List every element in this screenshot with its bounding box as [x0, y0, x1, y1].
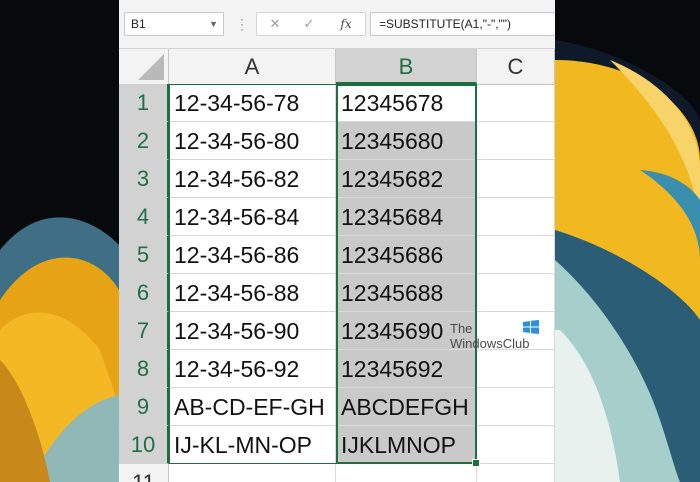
table-row: 10 IJ-KL-MN-OP IJKLMNOP — [119, 426, 555, 464]
table-row: 4 12-34-56-84 12345684 — [119, 198, 555, 236]
row-header[interactable]: 6 — [119, 274, 169, 312]
cell-b[interactable]: 12345680 — [336, 122, 477, 160]
select-all-button[interactable] — [119, 49, 169, 84]
formula-bar: B1 ▼ ⋮ ✕ ✓ fx =SUBSTITUTE(A1,"-","") — [119, 0, 555, 49]
table-row: 6 12-34-56-88 12345688 — [119, 274, 555, 312]
cell-a[interactable]: 12-34-56-92 — [169, 350, 336, 388]
cell-c[interactable] — [477, 198, 555, 236]
name-box-value: B1 — [131, 17, 146, 31]
row-header[interactable]: 2 — [119, 122, 169, 160]
watermark: The WindowsClub — [450, 318, 545, 358]
row-header[interactable]: 4 — [119, 198, 169, 236]
table-row: 3 12-34-56-82 12345682 — [119, 160, 555, 198]
column-header-row: A B C — [119, 49, 555, 85]
cell-a[interactable]: 12-34-56-86 — [169, 236, 336, 274]
table-row: 9 AB-CD-EF-GH ABCDEFGH — [119, 388, 555, 426]
cell-a[interactable]: 12-34-56-78 — [169, 84, 336, 122]
cell-b[interactable]: 12345682 — [336, 160, 477, 198]
cell-c[interactable] — [477, 160, 555, 198]
row-header[interactable]: 11 — [119, 464, 169, 482]
table-row: 5 12-34-56-86 12345686 — [119, 236, 555, 274]
table-row: 11 — [119, 464, 555, 482]
cell-a[interactable]: 12-34-56-80 — [169, 122, 336, 160]
cell-b[interactable]: 12345688 — [336, 274, 477, 312]
fill-handle[interactable] — [472, 459, 480, 467]
cell-c[interactable] — [477, 122, 555, 160]
table-row: 2 12-34-56-80 12345680 — [119, 122, 555, 160]
row-header[interactable]: 3 — [119, 160, 169, 198]
watermark-line2: WindowsClub — [450, 336, 530, 351]
column-header-b[interactable]: B — [336, 49, 477, 84]
cell-b[interactable]: 12345684 — [336, 198, 477, 236]
cell-c[interactable] — [477, 236, 555, 274]
column-header-a[interactable]: A — [169, 49, 336, 84]
table-row: 1 12-34-56-78 12345678 — [119, 84, 555, 122]
excel-window: B1 ▼ ⋮ ✕ ✓ fx =SUBSTITUTE(A1,"-","") A B… — [119, 0, 555, 482]
cell-b[interactable]: 12345678 — [336, 84, 477, 122]
cell-b[interactable]: 12345686 — [336, 236, 477, 274]
cell-a[interactable]: 12-34-56-88 — [169, 274, 336, 312]
column-header-c[interactable]: C — [477, 49, 555, 84]
row-header[interactable]: 1 — [119, 84, 169, 122]
insert-function-icon[interactable]: fx — [331, 13, 361, 35]
cancel-x-icon[interactable]: ✕ — [260, 13, 290, 35]
cell-a[interactable] — [169, 464, 336, 482]
formula-input[interactable]: =SUBSTITUTE(A1,"-","") — [370, 12, 555, 36]
cell-b[interactable]: ABCDEFGH — [336, 388, 477, 426]
more-options-icon[interactable]: ⋮ — [235, 14, 249, 34]
cell-c[interactable] — [477, 464, 555, 482]
row-header[interactable]: 5 — [119, 236, 169, 274]
cell-b[interactable] — [336, 464, 477, 482]
cell-a[interactable]: 12-34-56-84 — [169, 198, 336, 236]
cell-a[interactable]: 12-34-56-82 — [169, 160, 336, 198]
cell-c[interactable] — [477, 84, 555, 122]
windows-logo-icon — [523, 320, 539, 334]
cell-a[interactable]: 12-34-56-90 — [169, 312, 336, 350]
cell-a[interactable]: AB-CD-EF-GH — [169, 388, 336, 426]
enter-check-icon[interactable]: ✓ — [294, 13, 324, 35]
row-header[interactable]: 8 — [119, 350, 169, 388]
row-header[interactable]: 9 — [119, 388, 169, 426]
formula-buttons: ✕ ✓ fx — [256, 12, 366, 36]
chevron-down-icon[interactable]: ▼ — [209, 13, 218, 35]
select-all-icon — [138, 54, 164, 80]
cell-b[interactable]: IJKLMNOP — [336, 426, 477, 464]
cell-a[interactable]: IJ-KL-MN-OP — [169, 426, 336, 464]
watermark-line1: The — [450, 321, 473, 336]
cell-c[interactable] — [477, 388, 555, 426]
row-header[interactable]: 10 — [119, 426, 169, 464]
name-box[interactable]: B1 ▼ — [124, 12, 224, 36]
cell-c[interactable] — [477, 426, 555, 464]
row-header[interactable]: 7 — [119, 312, 169, 350]
cell-c[interactable] — [477, 274, 555, 312]
